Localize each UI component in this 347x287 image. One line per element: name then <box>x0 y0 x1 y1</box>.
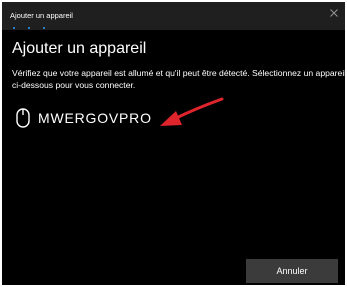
progress-dots <box>2 26 62 30</box>
close-button[interactable] <box>327 6 341 20</box>
mouse-icon <box>16 108 30 128</box>
add-device-dialog: Ajouter un appareil Ajouter un appareil … <box>2 2 345 285</box>
page-title: Ajouter un appareil <box>12 40 147 57</box>
cancel-button[interactable]: Annuler <box>246 259 338 283</box>
title-bar: Ajouter un appareil <box>2 2 345 30</box>
device-name: MWERGOVPRO <box>38 110 152 126</box>
progress-dot <box>43 27 45 29</box>
progress-dot <box>13 27 15 29</box>
close-icon <box>330 9 338 17</box>
instructions-text: Vérifiez que votre appareil est allumé e… <box>12 68 345 90</box>
red-arrow-icon <box>160 97 224 126</box>
window-title: Ajouter un appareil <box>10 11 73 20</box>
progress-dot <box>28 27 30 29</box>
